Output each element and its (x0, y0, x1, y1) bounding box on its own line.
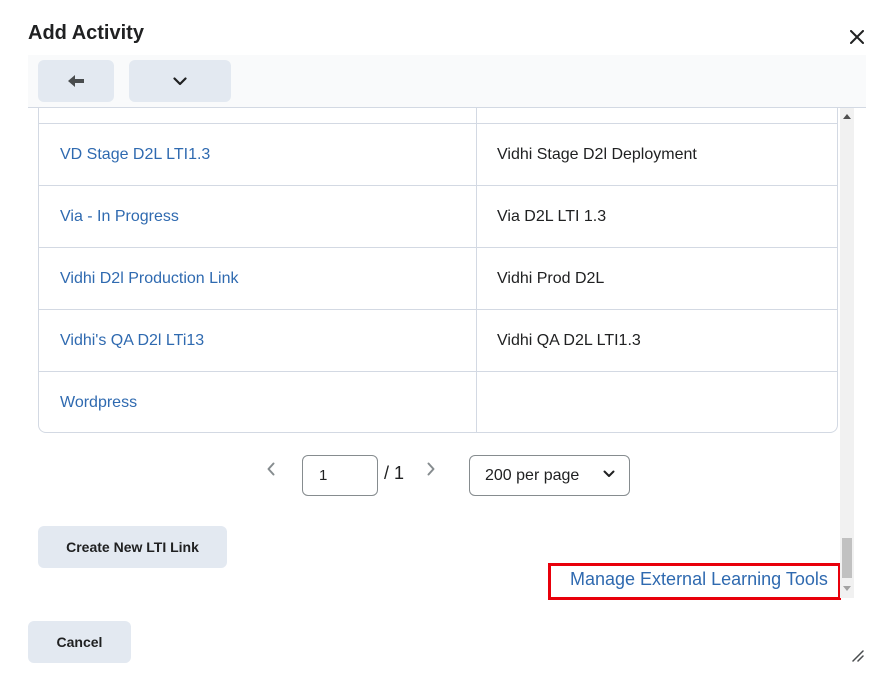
page-total: / 1 (384, 463, 405, 483)
scroll-down-arrow-icon[interactable] (843, 586, 851, 591)
lti-link-name[interactable]: Via - In Progress (60, 208, 179, 226)
table-row: Via - In Progress Via D2L LTI 1.3 (39, 185, 837, 247)
more-options-button[interactable] (129, 60, 231, 102)
lti-link-description: Vidhi Stage D2l Deployment (497, 145, 697, 163)
cancel-button[interactable]: Cancel (28, 621, 131, 663)
manage-external-tools-link[interactable]: Manage External Learning Tools (570, 569, 828, 590)
lti-link-description: Vidhi Prod D2L (497, 269, 605, 287)
close-icon (850, 30, 864, 44)
lti-link-description: Via D2L LTI 1.3 (497, 207, 607, 225)
dialog-title: Add Activity (28, 22, 144, 44)
lti-link-name[interactable]: Wordpress (60, 394, 137, 412)
table-row (39, 108, 837, 123)
lti-link-name[interactable]: Vidhi D2l Production Link (60, 270, 238, 288)
toolbar (28, 55, 866, 108)
activity-list-scroll-area[interactable]: VD Stage D2L LTI1.3 Vidhi Stage D2l Depl… (28, 108, 856, 600)
previous-page-button[interactable] (266, 462, 276, 481)
scrollbar[interactable] (840, 108, 854, 598)
back-button[interactable] (38, 60, 114, 102)
arrow-left-icon (68, 75, 84, 87)
per-page-select[interactable]: 200 per page (469, 455, 630, 496)
chevron-right-icon (427, 462, 435, 476)
table-row: VD Stage D2L LTI1.3 Vidhi Stage D2l Depl… (39, 123, 837, 185)
resize-grip-icon[interactable] (850, 648, 864, 667)
scroll-up-arrow-icon[interactable] (843, 114, 851, 119)
page-number-input[interactable] (302, 455, 378, 496)
lti-link-name[interactable]: VD Stage D2L LTI1.3 (60, 146, 210, 164)
table-row: Vidhi's QA D2l LTi13 Vidhi QA D2L LTI1.3 (39, 309, 837, 371)
lti-links-table: VD Stage D2L LTI1.3 Vidhi Stage D2l Depl… (38, 108, 838, 433)
per-page-value: 200 per page (485, 466, 580, 484)
lti-link-name[interactable]: Vidhi's QA D2l LTi13 (60, 332, 204, 350)
close-button[interactable] (844, 24, 870, 50)
next-page-button[interactable] (426, 462, 436, 481)
create-lti-link-button[interactable]: Create New LTI Link (38, 526, 227, 568)
table-row: Wordpress (39, 371, 837, 433)
chevron-down-icon (173, 76, 187, 85)
chevron-left-icon (267, 462, 275, 476)
scrollbar-thumb[interactable] (842, 538, 852, 578)
table-row: Vidhi D2l Production Link Vidhi Prod D2L (39, 247, 837, 309)
chevron-down-icon (603, 470, 615, 477)
lti-link-description: Vidhi QA D2L LTI1.3 (497, 331, 641, 349)
